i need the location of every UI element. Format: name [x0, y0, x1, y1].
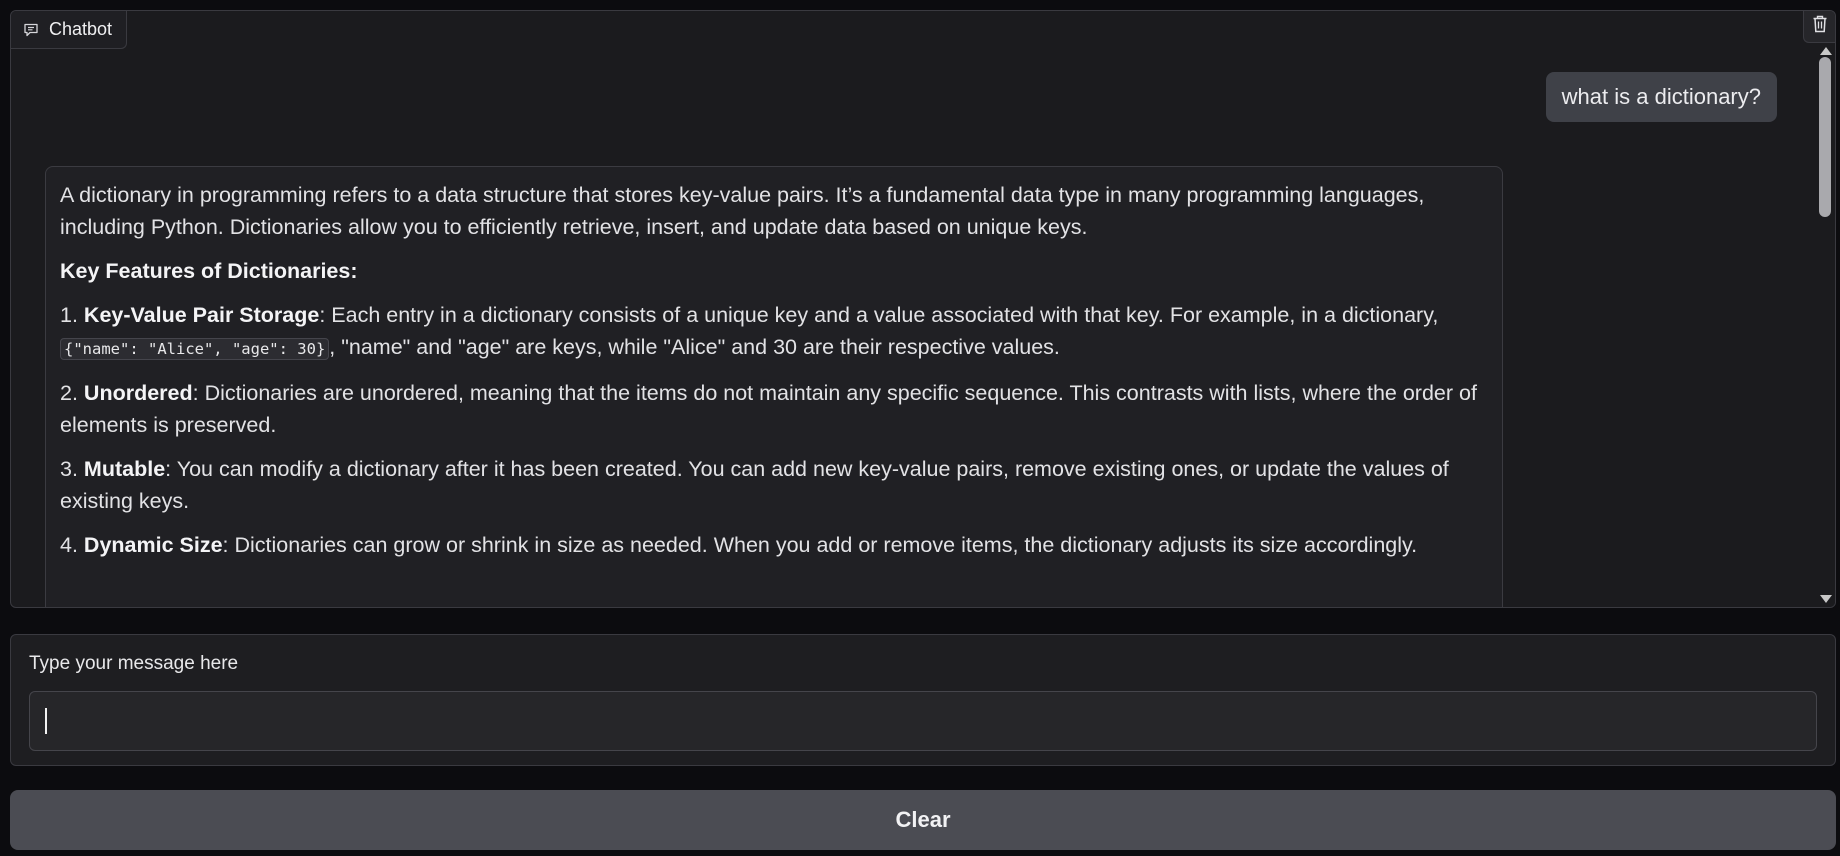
feature-term: Unordered	[83, 381, 193, 405]
feature-term: Mutable	[83, 457, 166, 481]
message-input[interactable]	[29, 691, 1817, 751]
scroll-down-arrow-icon[interactable]	[1820, 595, 1832, 603]
features-heading: Key Features of Dictionaries:	[60, 259, 358, 283]
trash-icon	[1812, 15, 1828, 38]
clear-chat-button[interactable]	[1803, 11, 1835, 43]
chatbot-panel: Chatbot what is a dictionary? A dictiona…	[10, 10, 1836, 608]
bot-message-bubble: A dictionary in programming refers to a …	[45, 166, 1503, 607]
feature-item-1: 1. Key-Value Pair Storage: Each entry in…	[60, 303, 1439, 360]
feature-item-2: 2. Unordered: Dictionaries are unordered…	[60, 381, 1477, 437]
user-message-bubble: what is a dictionary?	[1545, 72, 1777, 122]
bot-intro-paragraph: A dictionary in programming refers to a …	[60, 183, 1425, 239]
text-cursor	[45, 708, 47, 734]
feature-term: Dynamic Size	[83, 533, 223, 557]
scroll-thumb[interactable]	[1819, 57, 1831, 217]
code-snippet: {"name": "Alice", "age": 30}	[60, 338, 330, 360]
feature-item-4: 4. Dynamic Size: Dictionaries can grow o…	[60, 533, 1418, 557]
clear-button[interactable]: Clear	[10, 790, 1836, 850]
chatbot-label: Chatbot	[11, 11, 128, 49]
chatbot-label-text: Chatbot	[49, 19, 113, 39]
message-input-panel: Type your message here	[10, 634, 1836, 766]
feature-item-3: 3. Mutable: You can modify a dictionary …	[60, 457, 1449, 513]
user-message-text: what is a dictionary?	[1561, 84, 1761, 109]
chat-scrollbar[interactable]	[1815, 43, 1835, 607]
scroll-up-arrow-icon[interactable]	[1820, 47, 1832, 55]
chat-bubble-icon	[23, 22, 39, 38]
feature-term: Key-Value Pair Storage	[83, 303, 320, 327]
message-input-label: Type your message here	[29, 653, 239, 674]
